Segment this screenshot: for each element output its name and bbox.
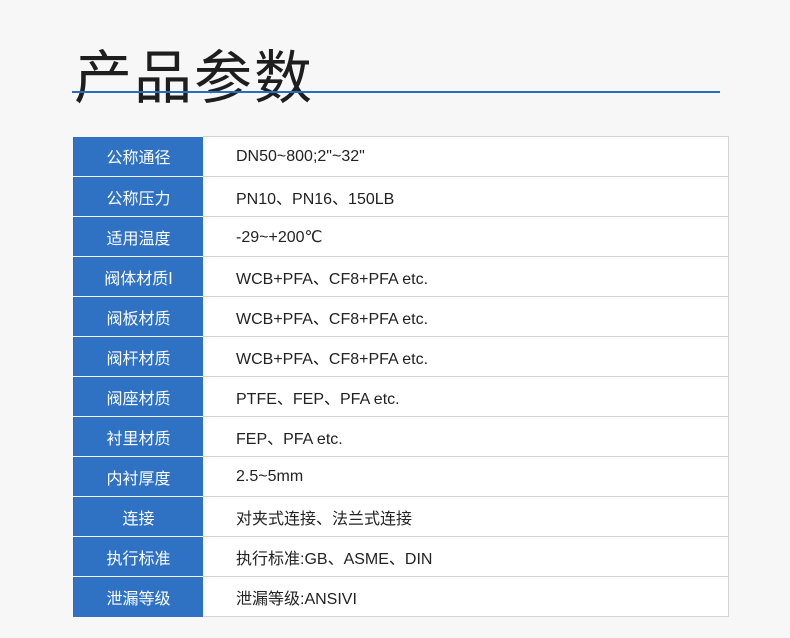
table-row: 内衬厚度 2.5~5mm (73, 456, 729, 497)
param-value: WCB+PFA、CF8+PFA etc. (203, 296, 729, 337)
param-value: PTFE、FEP、PFA etc. (203, 376, 729, 417)
param-label: 公称压力 (73, 176, 203, 217)
param-label: 泄漏等级 (73, 576, 203, 617)
table-row: 阀体材质l WCB+PFA、CF8+PFA etc. (73, 256, 729, 297)
param-label: 衬里材质 (73, 416, 203, 457)
param-label: 阀体材质l (73, 256, 203, 297)
page-title: 产品参数 (74, 43, 315, 112)
table-row: 公称通径 DN50~800;2"~32" (73, 136, 729, 177)
table-row: 阀座材质 PTFE、FEP、PFA etc. (73, 376, 729, 417)
param-value: -29~+200℃ (203, 216, 729, 257)
param-value: FEP、PFA etc. (203, 416, 729, 457)
table-row: 公称压力 PN10、PN16、150LB (73, 176, 729, 217)
param-label: 阀杆材质 (73, 336, 203, 377)
param-label: 阀座材质 (73, 376, 203, 417)
param-value: 泄漏等级:ANSIVI (203, 576, 729, 617)
param-value: 2.5~5mm (203, 456, 729, 497)
param-value: WCB+PFA、CF8+PFA etc. (203, 256, 729, 297)
param-label: 适用温度 (73, 216, 203, 257)
param-value: WCB+PFA、CF8+PFA etc. (203, 336, 729, 377)
param-value: 执行标准:GB、ASME、DIN (203, 536, 729, 577)
table-row: 阀板材质 WCB+PFA、CF8+PFA etc. (73, 296, 729, 337)
param-value: DN50~800;2"~32" (203, 136, 729, 177)
param-value: PN10、PN16、150LB (203, 176, 729, 217)
param-label: 内衬厚度 (73, 456, 203, 497)
title-divider (72, 91, 720, 93)
param-label: 公称通径 (73, 136, 203, 177)
table-row: 执行标准 执行标准:GB、ASME、DIN (73, 536, 729, 577)
table-row: 适用温度 -29~+200℃ (73, 216, 729, 257)
param-label: 阀板材质 (73, 296, 203, 337)
param-label: 连接 (73, 496, 203, 537)
table-row: 泄漏等级 泄漏等级:ANSIVI (73, 576, 729, 617)
table-row: 衬里材质 FEP、PFA etc. (73, 416, 729, 457)
parameter-table: 公称通径 DN50~800;2"~32" 公称压力 PN10、PN16、150L… (73, 136, 729, 617)
table-row: 连接 对夹式连接、法兰式连接 (73, 496, 729, 537)
param-value: 对夹式连接、法兰式连接 (203, 496, 729, 537)
param-label: 执行标准 (73, 536, 203, 577)
table-row: 阀杆材质 WCB+PFA、CF8+PFA etc. (73, 336, 729, 377)
